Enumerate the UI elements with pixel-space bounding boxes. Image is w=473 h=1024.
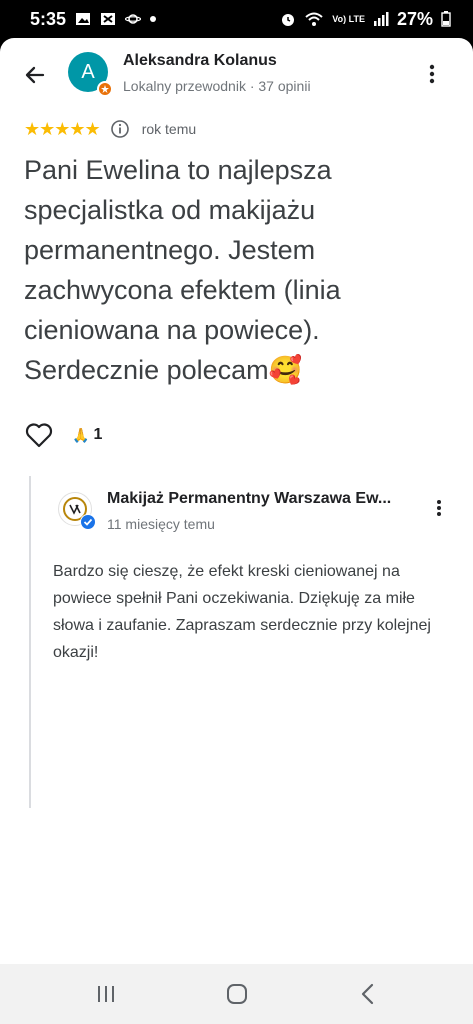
reply-time: 11 miesięcy temu (107, 516, 215, 532)
more-notifications-dot (150, 16, 157, 22)
more-options-button[interactable] (420, 60, 444, 88)
reactions-row: 🙏 1 (24, 420, 102, 450)
author-name[interactable]: Aleksandra Kolanus (123, 52, 277, 70)
recents-icon (97, 986, 114, 1002)
reply-text: Bardzo się cieszę, że efekt kreski cieni… (53, 563, 431, 661)
planet-notification-icon (125, 14, 142, 24)
app-notification-icon (101, 13, 116, 25)
arrow-back-icon (25, 66, 45, 84)
business-name[interactable]: Makijaż Permanentny Warszawa Ew... (107, 490, 391, 508)
system-nav-bar (0, 964, 473, 1024)
alarm-icon (282, 14, 295, 26)
network-type: Vo) LTE (332, 13, 365, 24)
author-meta: Lokalny przewodnik · 37 opinii (123, 78, 311, 94)
status-time: 5:35 (30, 8, 67, 29)
owner-reply: Makijaż Permanentny Warszawa Ew... 11 mi… (29, 476, 449, 808)
star-rating: ★★★★★ (24, 118, 101, 139)
nav-back-icon (361, 983, 373, 1005)
info-icon[interactable] (110, 119, 130, 139)
battery-icon (441, 11, 451, 27)
recents-button[interactable] (76, 974, 136, 1014)
battery-level: 27% (396, 8, 433, 29)
rating-row: ★★★★★ rok temu (24, 118, 196, 140)
more-vert-icon (437, 500, 441, 516)
avatar-letter: A (81, 60, 95, 83)
verified-check-icon (80, 514, 96, 530)
review-detail-sheet: A Aleksandra Kolanus Lokalny przewodnik … (0, 38, 473, 964)
home-button[interactable] (207, 974, 267, 1014)
status-right: Vo) LTE 27% (280, 9, 451, 30)
review-text: Pani Ewelina to najlepsza specjalistka o… (24, 155, 341, 385)
gallery-notification-icon (76, 13, 91, 25)
status-left: 5:35 (30, 8, 157, 30)
like-button[interactable] (24, 420, 54, 450)
local-guide-badge-icon (97, 81, 113, 97)
wifi-icon (305, 12, 323, 26)
review-header: A Aleksandra Kolanus Lokalny przewodnik … (0, 38, 473, 114)
heart-outline-icon (25, 423, 53, 448)
signal-icon (373, 12, 389, 26)
reply-more-options-button[interactable] (429, 496, 449, 520)
reaction-count: 1 (93, 426, 103, 443)
more-vert-icon (429, 64, 435, 84)
back-button[interactable] (18, 58, 52, 92)
status-bar: 5:35 Vo) LTE 27% (0, 0, 473, 38)
home-icon (226, 984, 247, 1004)
nav-back-button[interactable] (338, 974, 398, 1014)
review-time: rok temu (141, 121, 197, 137)
reaction-emoji: 🙏 (72, 426, 90, 443)
